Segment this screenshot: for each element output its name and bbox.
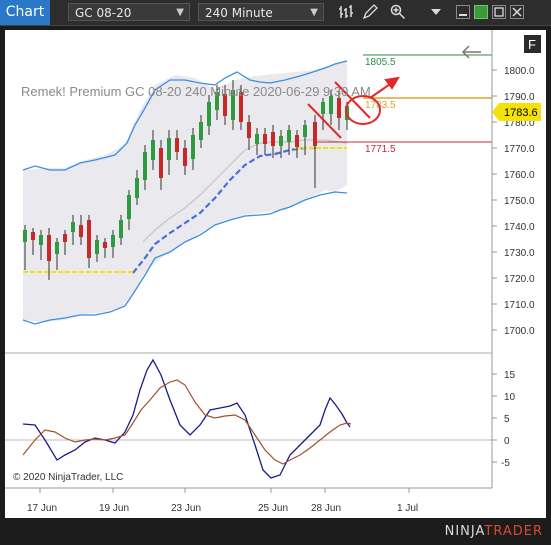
price-tick: 1730.0 — [504, 248, 535, 259]
price-tick: 1760.0 — [504, 170, 535, 181]
chevron-down-icon: ▼ — [176, 7, 184, 18]
date-axis-marks — [39, 488, 410, 493]
chart-app-label[interactable]: Chart — [0, 0, 50, 25]
date-tick: 23 Jun — [171, 503, 201, 514]
price-tick: 1770.0 — [504, 144, 535, 155]
date-tick: 25 Jun — [258, 503, 288, 514]
price-tick: 1700.0 — [504, 326, 535, 337]
price-tick: 1740.0 — [504, 222, 535, 233]
logo-part-1: NINJA — [444, 524, 485, 539]
pencil-icon[interactable] — [362, 4, 378, 20]
date-tick: 17 Jun — [27, 503, 57, 514]
osc-axis-ticks: 15 10 5 0 -5 — [501, 370, 516, 469]
back-arrow-icon[interactable] — [461, 45, 481, 59]
chart-panel[interactable]: 1805.5 1783.5 1771.5 Remek! Premium GC 0… — [5, 30, 546, 518]
menu-caret-icon[interactable] — [428, 4, 444, 20]
price-tick: 1750.0 — [504, 196, 535, 207]
title-bar: Chart GC 08-20 ▼ 240 Minute ▼ — [0, 0, 551, 26]
price-tick: 1800.0 — [504, 66, 535, 77]
bar-type-icon[interactable] — [338, 4, 354, 20]
ninjatrader-logo: NINJATRADER — [445, 524, 543, 539]
interval-value: 240 Minute — [205, 6, 273, 20]
chart-info-text: Remek! Premium GC 08-20 240 Minute 2020-… — [21, 84, 371, 99]
date-tick: 1 Jul — [397, 503, 418, 514]
logo-part-2: TRADER — [484, 524, 543, 539]
zoom-icon[interactable] — [390, 4, 406, 20]
osc-line-blue — [22, 358, 351, 479]
maximize-button[interactable] — [492, 5, 506, 19]
instrument-dropdown[interactable]: GC 08-20 ▼ — [68, 3, 190, 21]
price-chart[interactable]: 1805.5 1783.5 1771.5 Remek! Premium GC 0… — [5, 30, 546, 518]
price-tick: 1720.0 — [504, 274, 535, 285]
date-tick: 28 Jun — [311, 503, 341, 514]
osc-tick: 0 — [504, 436, 510, 447]
current-price-label: 1783.6 — [504, 107, 538, 119]
interval-dropdown[interactable]: 240 Minute ▼ — [198, 3, 324, 21]
envelope-area — [23, 60, 347, 322]
osc-tick: 10 — [504, 392, 516, 403]
chevron-down-icon: ▼ — [310, 7, 318, 18]
copyright-text: © 2020 NinjaTrader, LLC — [13, 472, 123, 483]
price-tick: 1710.0 — [504, 300, 535, 311]
date-tick: 19 Jun — [99, 503, 129, 514]
close-button[interactable] — [510, 5, 524, 19]
price-tick: 1790.0 — [504, 92, 535, 103]
level-label-lower: 1771.5 — [365, 144, 396, 155]
f-button-label: F — [528, 37, 536, 52]
date-axis-ticks: 17 Jun 19 Jun 23 Jun 25 Jun 28 Jun 1 Jul — [27, 503, 418, 514]
osc-tick: 5 — [504, 414, 510, 425]
osc-tick: 15 — [504, 370, 516, 381]
level-label-upper: 1805.5 — [365, 57, 396, 68]
link-color-button[interactable] — [474, 5, 488, 19]
instrument-value: GC 08-20 — [75, 6, 132, 20]
osc-tick: -5 — [501, 458, 510, 469]
minimize-button[interactable] — [456, 5, 470, 19]
osc-axis-marks — [492, 373, 497, 463]
